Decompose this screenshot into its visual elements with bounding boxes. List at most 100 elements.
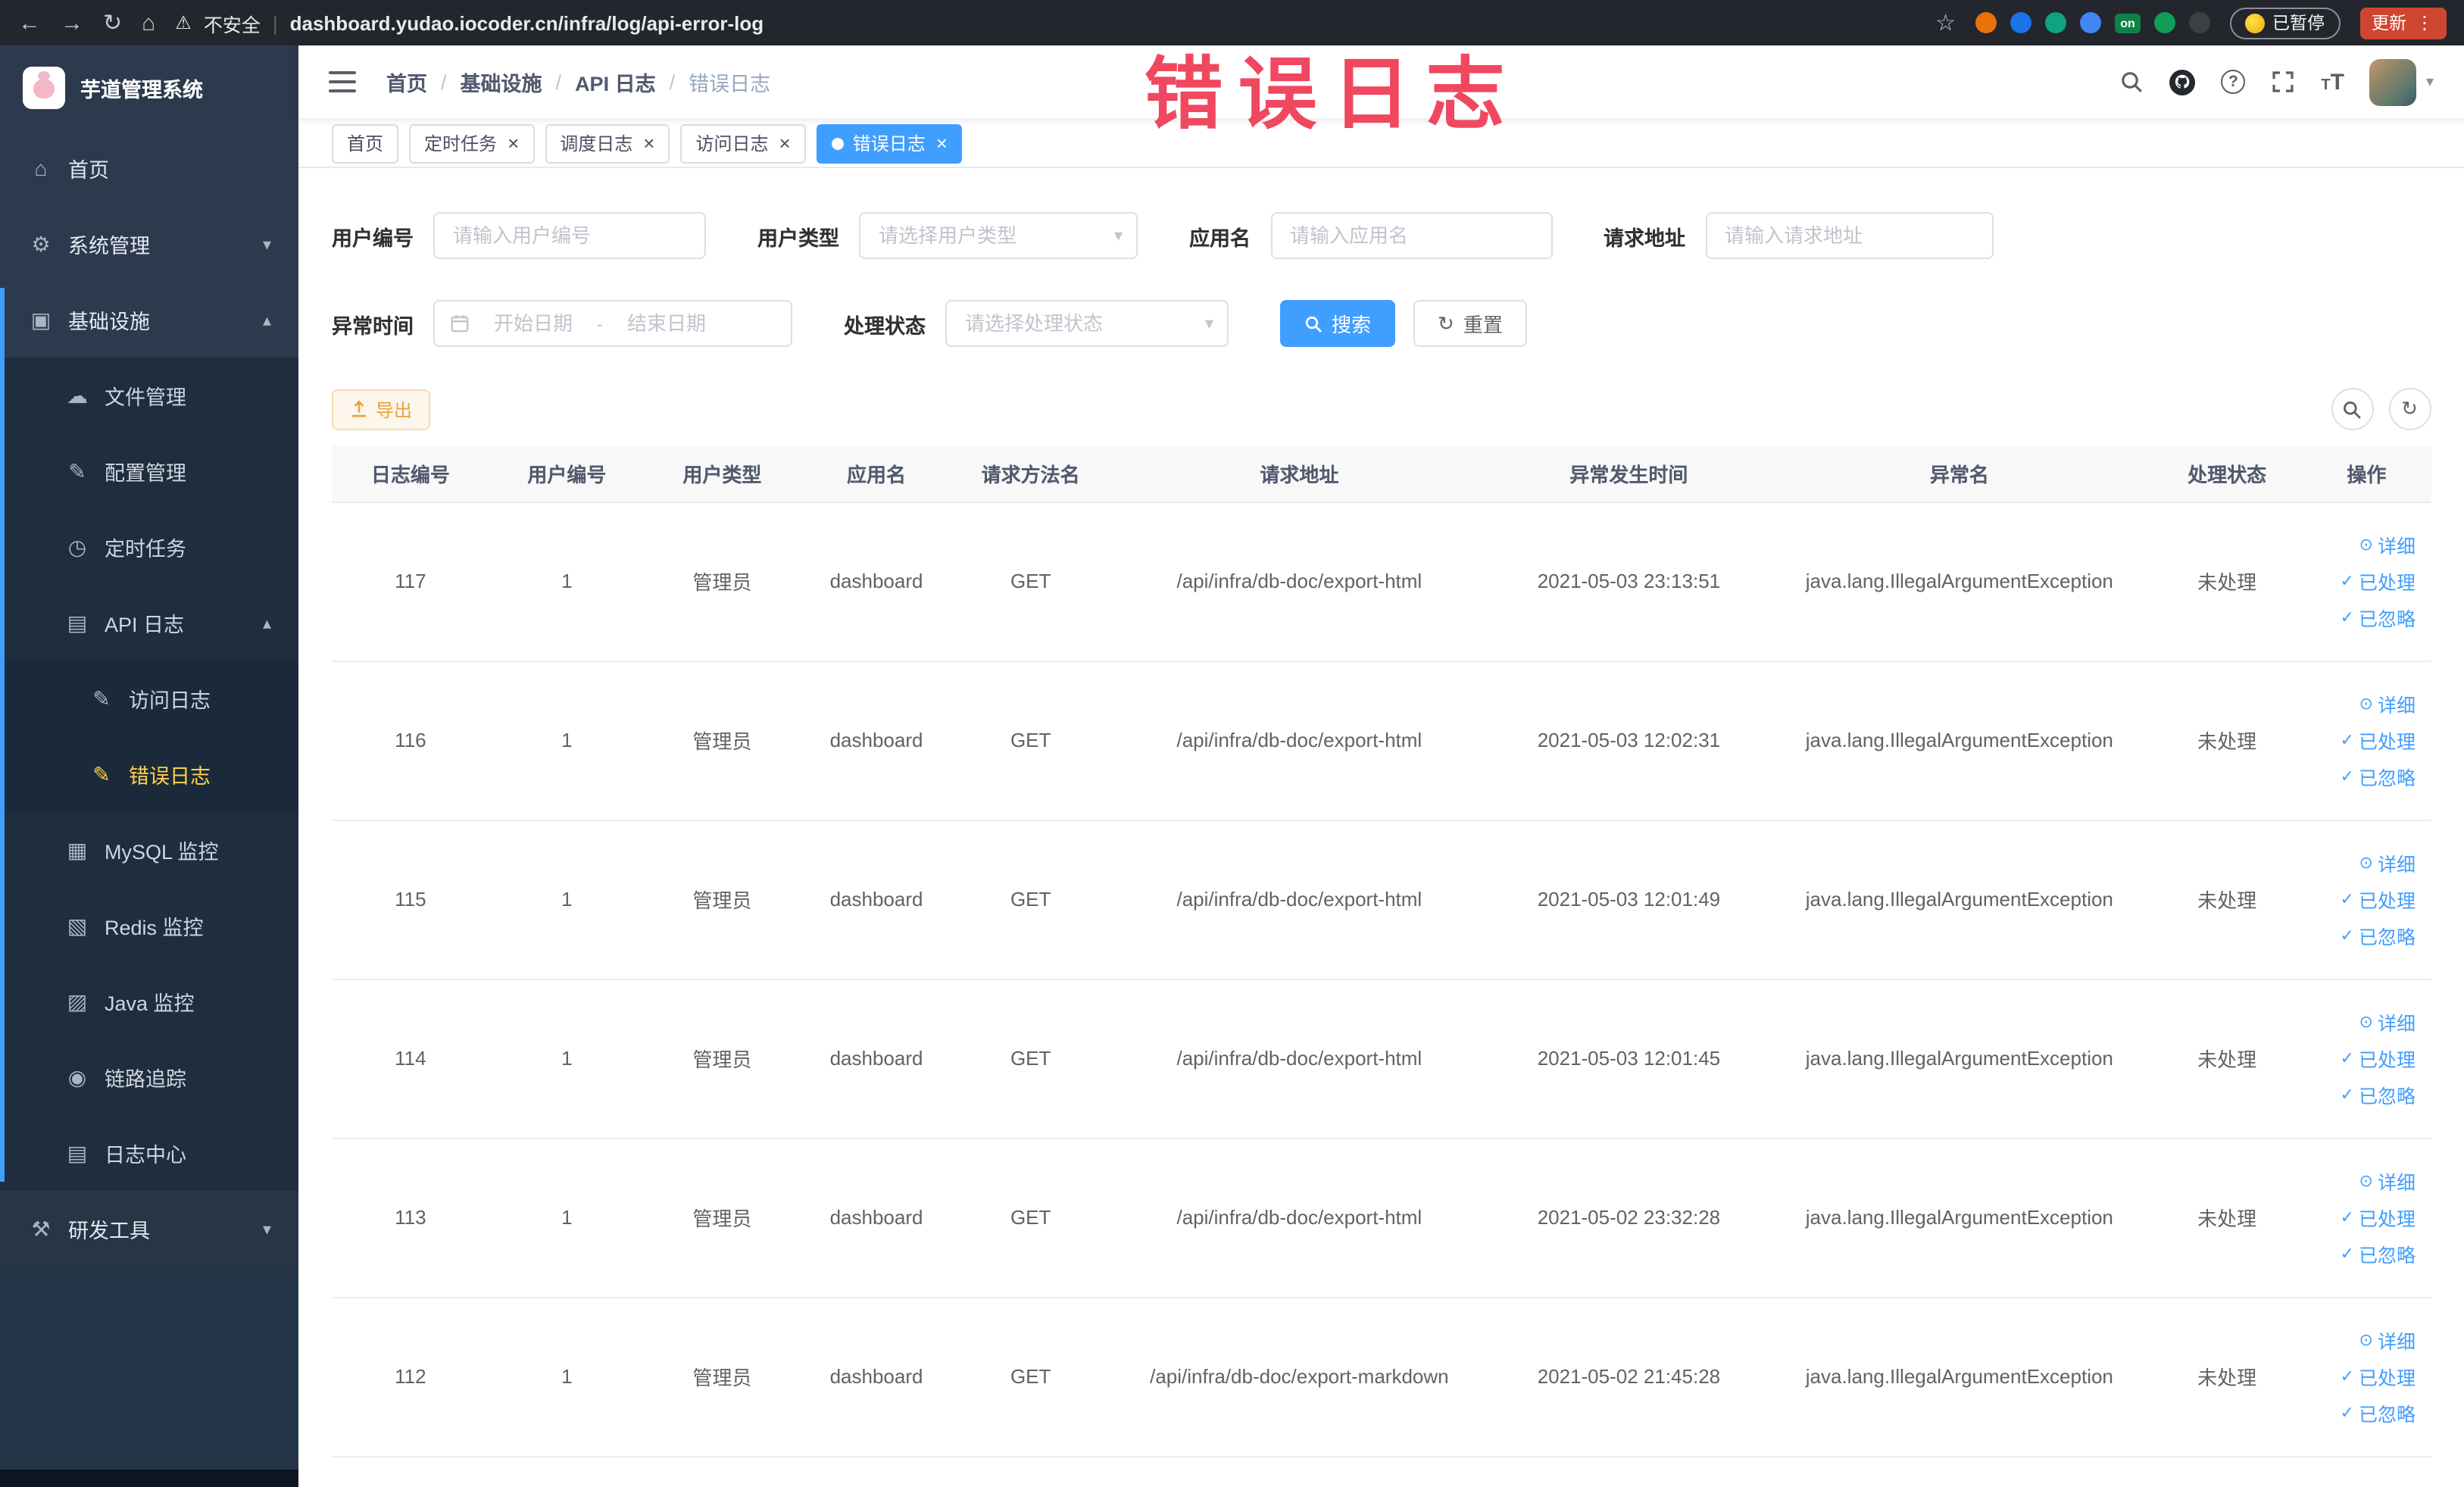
breadcrumb-item[interactable]: 基础设施 bbox=[461, 67, 542, 97]
processed-link[interactable]: ✓ 已处理 bbox=[2341, 885, 2416, 914]
process-status-select[interactable] bbox=[945, 300, 1229, 347]
search-icon[interactable] bbox=[2119, 70, 2144, 94]
sidebar-item-config[interactable]: ✎ 配置管理 bbox=[0, 433, 298, 509]
forward-icon[interactable]: → bbox=[61, 11, 83, 34]
processed-link[interactable]: ✓ 已处理 bbox=[2341, 1044, 2416, 1073]
tab-label: 错误日志 bbox=[852, 133, 926, 155]
check-icon: ✓ bbox=[2340, 1245, 2354, 1264]
app-name-input[interactable] bbox=[1270, 212, 1552, 259]
tab-error-log[interactable]: 错误日志 × bbox=[816, 123, 963, 163]
ignored-link[interactable]: ✓ 已忽略 bbox=[2341, 1398, 2416, 1427]
tab-job-log[interactable]: 调度日志 × bbox=[545, 123, 670, 163]
cell-exception: java.lang.IllegalArgumentException bbox=[1767, 820, 2152, 979]
app-body: 芋道管理系统 ⌂ 首页 ⚙ 系统管理 ▾ ▣ 基础设施 ▴ ☁ 文件管理 ✎ 配置管理 ◷ 定时任务 ▤ AP… bbox=[0, 45, 2464, 1487]
sidebar-item-log-center[interactable]: ▤ 日志中心 bbox=[0, 1115, 298, 1191]
sidebar-item-home[interactable]: ⌂ 首页 bbox=[0, 130, 298, 206]
tab-access-log[interactable]: 访问日志 × bbox=[680, 123, 806, 163]
tab-home[interactable]: 首页 bbox=[332, 123, 399, 163]
sidebar-item-system[interactable]: ⚙ 系统管理 ▾ bbox=[0, 206, 298, 282]
search-button[interactable]: 搜索 bbox=[1280, 300, 1396, 347]
github-icon[interactable] bbox=[2169, 69, 2196, 95]
check-icon: ✓ bbox=[2340, 927, 2354, 945]
extension-on-badge[interactable]: on bbox=[2115, 13, 2141, 33]
tab-job[interactable]: 定时任务 × bbox=[409, 123, 535, 163]
detail-link[interactable]: ⊙ 详细 bbox=[2359, 1167, 2416, 1195]
help-icon[interactable]: ? bbox=[2221, 70, 2246, 94]
ignored-link[interactable]: ✓ 已忽略 bbox=[2341, 1080, 2416, 1109]
breadcrumb-item[interactable]: 错误日志 bbox=[689, 67, 770, 97]
export-button[interactable]: 导出 bbox=[332, 389, 431, 430]
detail-link[interactable]: ⊙ 详细 bbox=[2359, 848, 2416, 877]
breadcrumb-item[interactable]: 首页 bbox=[386, 67, 427, 97]
sidebar-item-file[interactable]: ☁ 文件管理 bbox=[0, 358, 298, 433]
toggle-search-button[interactable] bbox=[2331, 388, 2373, 430]
browser-home-icon[interactable]: ⌂ bbox=[142, 11, 155, 34]
fullscreen-icon[interactable] bbox=[2271, 70, 2295, 94]
user-type-select[interactable] bbox=[859, 212, 1138, 259]
detail-link[interactable]: ⊙ 详细 bbox=[2359, 1007, 2416, 1036]
back-icon[interactable]: ← bbox=[18, 11, 41, 34]
close-icon[interactable]: × bbox=[643, 133, 654, 153]
close-icon[interactable]: × bbox=[507, 133, 519, 153]
update-button[interactable]: 更新 ⋮ bbox=[2359, 7, 2446, 39]
hamburger-icon[interactable] bbox=[329, 71, 356, 92]
extension-dark-icon[interactable] bbox=[2189, 12, 2210, 33]
reload-icon[interactable]: ↻ bbox=[103, 11, 122, 34]
extension-orange-icon[interactable] bbox=[1975, 12, 1997, 33]
extension-blue-drop-icon[interactable] bbox=[2010, 12, 2031, 33]
sidebar-item-java[interactable]: ▨ Java 监控 bbox=[0, 964, 298, 1039]
app-logo[interactable]: 芋道管理系统 bbox=[0, 45, 298, 130]
extension-leaf-icon[interactable] bbox=[2154, 12, 2175, 33]
cell-status: 未处理 bbox=[2151, 1138, 2303, 1298]
ignored-link[interactable]: ✓ 已忽略 bbox=[2341, 1239, 2416, 1268]
detail-link[interactable]: ⊙ 详细 bbox=[2359, 689, 2416, 718]
processed-link[interactable]: ✓ 已处理 bbox=[2341, 1362, 2416, 1391]
cell-exception: java.lang.IllegalArgumentException bbox=[1767, 979, 2152, 1139]
bookmark-star-icon[interactable]: ☆ bbox=[1935, 11, 1956, 34]
detail-link[interactable]: ⊙ 详细 bbox=[2359, 1326, 2416, 1354]
sidebar-item-infra[interactable]: ▣ 基础设施 ▴ bbox=[0, 282, 298, 358]
processed-link[interactable]: ✓ 已处理 bbox=[2341, 726, 2416, 754]
refresh-table-button[interactable]: ↻ bbox=[2388, 388, 2431, 430]
sidebar-item-label: 访问日志 bbox=[129, 689, 211, 712]
processed-link[interactable]: ✓ 已处理 bbox=[2341, 567, 2416, 595]
address-bar[interactable]: ⚠ 不安全 | dashboard.yudao.iocoder.cn/infra… bbox=[175, 8, 1916, 37]
date-end-input[interactable] bbox=[612, 312, 721, 335]
kebab-menu-icon[interactable]: ⋮ bbox=[2416, 12, 2434, 33]
sidebar-item-trace[interactable]: ◉ 链路追踪 bbox=[0, 1039, 298, 1115]
extension-grid-icon[interactable] bbox=[2080, 12, 2101, 33]
sidebar-item-redis[interactable]: ▧ Redis 监控 bbox=[0, 888, 298, 964]
extension-green-circle-icon[interactable] bbox=[2045, 12, 2066, 33]
cell-url: /api/infra/db-doc/export-markdown bbox=[1108, 1297, 1491, 1457]
row-actions: ⊙ 详细 ✓ 已处理 ✓ 已忽略 bbox=[2309, 530, 2425, 632]
user-avatar[interactable]: ▾ bbox=[2369, 58, 2434, 105]
processed-link[interactable]: ✓ 已处理 bbox=[2341, 1203, 2416, 1232]
request-url-input[interactable] bbox=[1705, 212, 1993, 259]
breadcrumb-item[interactable]: API 日志 bbox=[575, 67, 656, 97]
date-start-input[interactable] bbox=[479, 312, 588, 335]
action-label: 详细 bbox=[2377, 1173, 2416, 1194]
close-icon[interactable]: × bbox=[936, 133, 948, 153]
close-icon[interactable]: × bbox=[779, 133, 791, 153]
reset-button[interactable]: ↻ 重置 bbox=[1413, 300, 1527, 347]
font-size-icon[interactable]: TT bbox=[2321, 70, 2344, 93]
sidebar-item-mysql[interactable]: ▦ MySQL 监控 bbox=[0, 812, 298, 888]
cell-app-name: dashboard bbox=[799, 979, 954, 1139]
ignored-link[interactable]: ✓ 已忽略 bbox=[2341, 603, 2416, 632]
exception-time-range[interactable]: - bbox=[433, 300, 792, 347]
sidebar-item-error-log[interactable]: ✎ 错误日志 bbox=[0, 736, 298, 812]
ignored-link[interactable]: ✓ 已忽略 bbox=[2341, 921, 2416, 950]
paused-badge[interactable]: 已暂停 bbox=[2230, 7, 2340, 39]
detail-link[interactable]: ⊙ 详细 bbox=[2359, 530, 2416, 559]
sidebar-item-access-log[interactable]: ✎ 访问日志 bbox=[0, 661, 298, 736]
cell-time: 2021-05-02 23:32:28 bbox=[1490, 1138, 1768, 1298]
cell-status: 未处理 bbox=[2151, 820, 2303, 979]
user-id-input[interactable] bbox=[433, 212, 706, 259]
sidebar-item-job[interactable]: ◷ 定时任务 bbox=[0, 509, 298, 585]
ignored-link[interactable]: ✓ 已忽略 bbox=[2341, 762, 2416, 791]
cell-time: 2021-05-02 21:45:28 bbox=[1490, 1297, 1768, 1457]
sidebar-item-api-log[interactable]: ▤ API 日志 ▴ bbox=[0, 585, 298, 661]
user-type-label: 用户类型 bbox=[757, 226, 839, 249]
sidebar-item-dev-tools[interactable]: ⚒ 研发工具 ▾ bbox=[0, 1191, 298, 1267]
col-actions: 操作 bbox=[2302, 445, 2431, 502]
